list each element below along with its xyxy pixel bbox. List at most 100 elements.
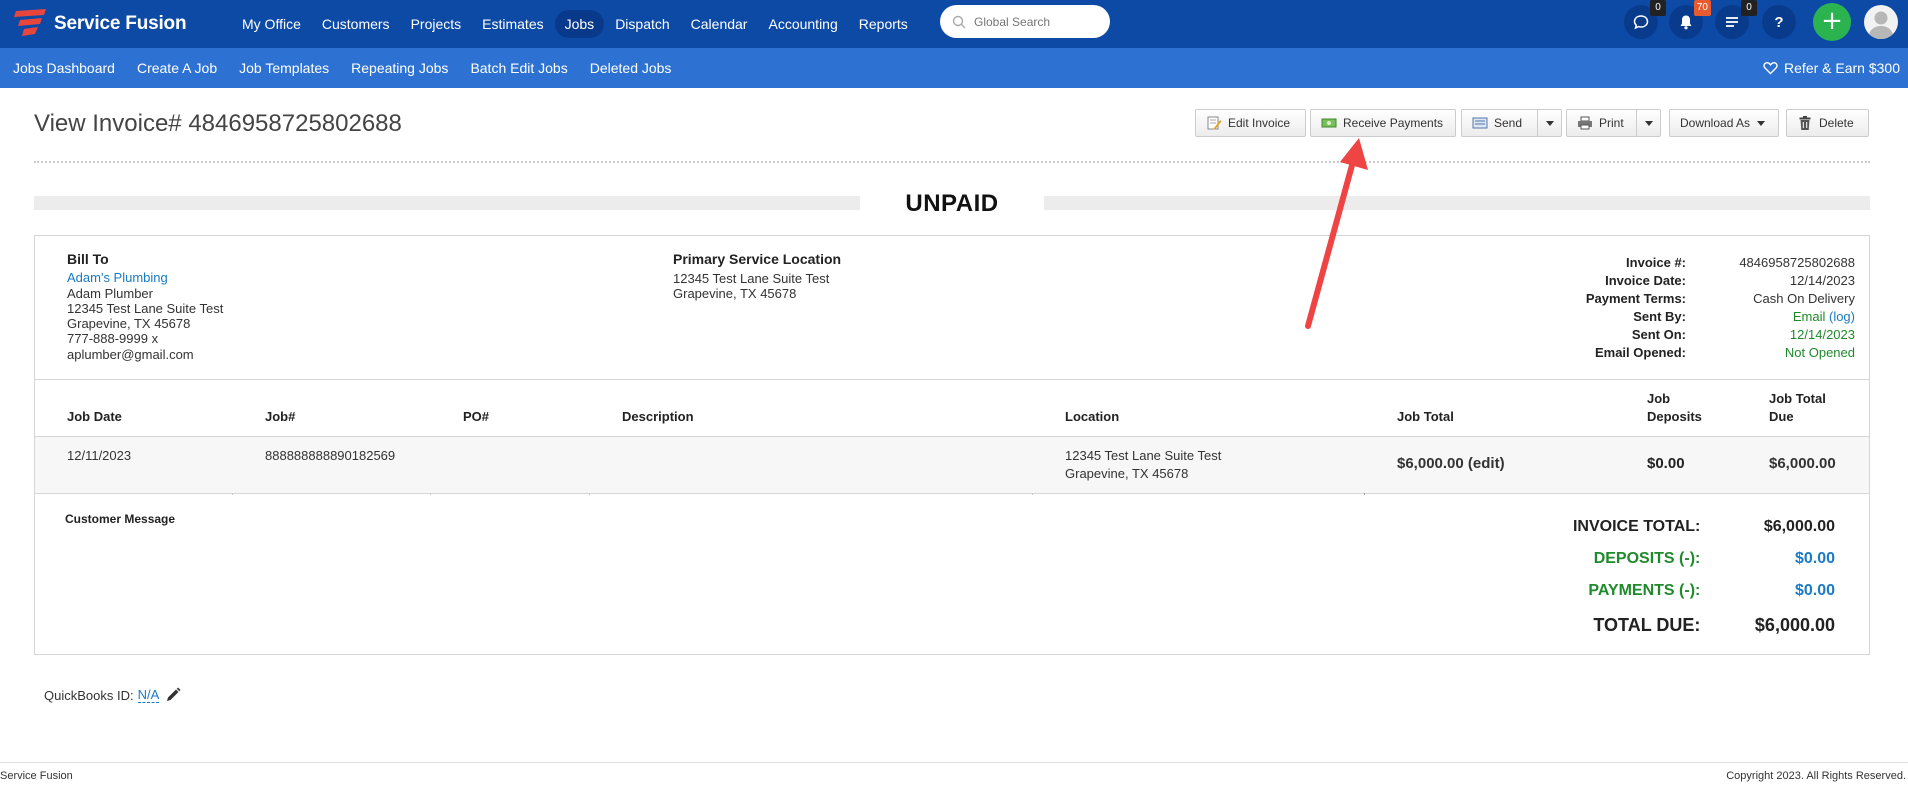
invoice-total-value: $6,000.00	[1763, 518, 1835, 535]
row-job-number-link[interactable]: 888888888890182569	[265, 447, 395, 465]
bill-to-section: Bill To Adam's Plumbing Adam Plumber 123…	[67, 251, 224, 362]
global-search[interactable]	[940, 5, 1110, 38]
quickbooks-id-label: QuickBooks ID:	[44, 687, 134, 703]
service-location-city: Grapevine, TX 45678	[673, 286, 797, 301]
download-as-button[interactable]: Download As	[1669, 109, 1779, 137]
subnav-jobs-dashboard[interactable]: Jobs Dashboard	[13, 60, 115, 76]
meta-email-opened-value: Not Opened	[1784, 345, 1855, 360]
nav-customers[interactable]: Customers	[312, 10, 400, 38]
nav-calendar[interactable]: Calendar	[681, 10, 758, 38]
meta-sent-by-label: Sent By:	[1633, 309, 1686, 324]
refer-and-earn-label: Refer & Earn $300	[1784, 60, 1900, 76]
notifications-button[interactable]: 70	[1669, 0, 1711, 39]
tasks-button[interactable]: 0	[1715, 0, 1757, 39]
nav-jobs[interactable]: Jobs	[554, 10, 605, 38]
total-due-row: TOTAL DUE: $6,000.00	[1515, 615, 1835, 636]
customer-name-link[interactable]: Adam's Plumbing	[67, 270, 223, 285]
nav-reports[interactable]: Reports	[849, 10, 918, 38]
bell-icon	[1680, 15, 1692, 30]
nav-estimates[interactable]: Estimates	[472, 10, 553, 38]
table-row	[35, 437, 1869, 493]
status-band-left	[34, 196, 860, 210]
envelope-icon	[1472, 117, 1488, 129]
section-divider	[35, 379, 1869, 380]
column-divider	[1032, 493, 1033, 495]
meta-invoice-number-value: 4846958725802688	[1739, 255, 1855, 270]
help-button[interactable]: ?	[1762, 5, 1796, 39]
trash-icon	[1799, 116, 1811, 130]
row-job-date: 12/11/2023	[67, 448, 132, 463]
meta-invoice-date: Invoice Date: 12/14/2023	[1485, 272, 1855, 290]
nav-dispatch[interactable]: Dispatch	[605, 10, 679, 38]
user-avatar[interactable]	[1864, 5, 1898, 39]
col-po-number: PO#	[463, 409, 490, 424]
tasks-badge: 0	[1741, 0, 1757, 16]
invoice-meta: Invoice #: 4846958725802688 Invoice Date…	[1485, 254, 1855, 362]
edit-document-icon	[1207, 116, 1222, 130]
edit-invoice-label: Edit Invoice	[1228, 116, 1291, 130]
service-location-street: 12345 Test Lane Suite Test	[673, 270, 830, 286]
row-job-deposits: $0.00	[1647, 455, 1685, 472]
table-row-divider	[35, 493, 1869, 494]
heart-icon	[1763, 62, 1778, 75]
receive-payments-button[interactable]: Receive Payments	[1310, 109, 1456, 137]
footer-brand: Service Fusion	[0, 770, 73, 782]
notifications-badge: 70	[1693, 0, 1711, 16]
col-job-total-due: Job Total Due	[1769, 390, 1826, 426]
add-new-button[interactable]: +	[1813, 3, 1851, 41]
edit-invoice-button[interactable]: Edit Invoice	[1195, 109, 1306, 137]
subnav-job-templates[interactable]: Job Templates	[239, 60, 329, 76]
global-search-input[interactable]	[974, 14, 1104, 29]
invoice-total-label: INVOICE TOTAL:	[1572, 518, 1701, 535]
send-button[interactable]: Send	[1461, 109, 1541, 137]
plus-icon: +	[1821, 6, 1843, 36]
total-due-label: TOTAL DUE:	[1593, 615, 1701, 635]
meta-invoice-number-label: Invoice #:	[1626, 255, 1686, 270]
bill-to-heading: Bill To	[67, 251, 109, 267]
total-due-value: $6,000.00	[1754, 615, 1835, 635]
bill-to-email: aplumber@gmail.com	[67, 346, 194, 362]
service-location-section: Primary Service Location 12345 Test Lane…	[673, 251, 842, 302]
send-dropdown-toggle[interactable]	[1537, 109, 1562, 137]
col-job-total: Job Total	[1397, 409, 1454, 424]
bill-to-street: 12345 Test Lane Suite Test	[67, 300, 224, 316]
download-as-label: Download As	[1680, 116, 1751, 130]
delete-label: Delete	[1819, 116, 1854, 130]
invoice-body: Bill To Adam's Plumbing Adam Plumber 123…	[34, 235, 1870, 655]
payments-row: PAYMENTS (-): $0.00	[1515, 582, 1835, 600]
receive-payments-label: Receive Payments	[1343, 116, 1444, 130]
print-dropdown-toggle[interactable]	[1636, 109, 1661, 137]
meta-sent-on: Sent On: 12/14/2023	[1485, 326, 1855, 344]
app-logo[interactable]: Service Fusion	[12, 6, 187, 42]
col-job-number: Job#	[265, 409, 296, 424]
service-location-heading: Primary Service Location	[673, 251, 842, 267]
meta-sent-by-value: Email (log)	[1701, 308, 1855, 326]
invoice-status-banner: UNPAID	[905, 190, 999, 217]
subnav-repeating-jobs[interactable]: Repeating Jobs	[351, 60, 448, 76]
nav-projects[interactable]: Projects	[401, 10, 472, 38]
meta-email-opened: Email Opened: Not Opened	[1485, 344, 1855, 362]
quickbooks-id-value[interactable]: N/A	[137, 687, 160, 703]
bill-to-contact: Adam Plumber	[67, 285, 153, 301]
print-button[interactable]: Print	[1566, 109, 1640, 137]
refer-and-earn-link[interactable]: Refer & Earn $300	[1763, 48, 1900, 88]
page-footer: Service Fusion Copyright 2023. All Right…	[0, 762, 1908, 788]
subnav-batch-edit-jobs[interactable]: Batch Edit Jobs	[470, 60, 567, 76]
delete-button[interactable]: Delete	[1786, 109, 1869, 137]
nav-accounting[interactable]: Accounting	[758, 10, 847, 38]
payments-value: $0.00	[1794, 582, 1835, 599]
status-band-right	[1044, 196, 1870, 210]
chat-bubble-icon	[1633, 15, 1649, 30]
subnav-create-a-job[interactable]: Create A Job	[137, 60, 217, 76]
sent-by-log-link[interactable]: (log)	[1829, 309, 1855, 324]
header-divider	[34, 161, 1870, 163]
col-location: Location	[1065, 409, 1120, 424]
row-job-total-edit-link[interactable]: (edit)	[1468, 455, 1505, 472]
nav-my-office[interactable]: My Office	[232, 10, 311, 38]
subnav-deleted-jobs[interactable]: Deleted Jobs	[590, 60, 672, 76]
app-name: Service Fusion	[54, 13, 187, 34]
bill-to-phone: 777-888-9999 x	[67, 331, 159, 347]
chat-button[interactable]: 0	[1624, 0, 1666, 39]
pencil-icon[interactable]	[165, 687, 181, 703]
list-icon	[1726, 17, 1738, 27]
